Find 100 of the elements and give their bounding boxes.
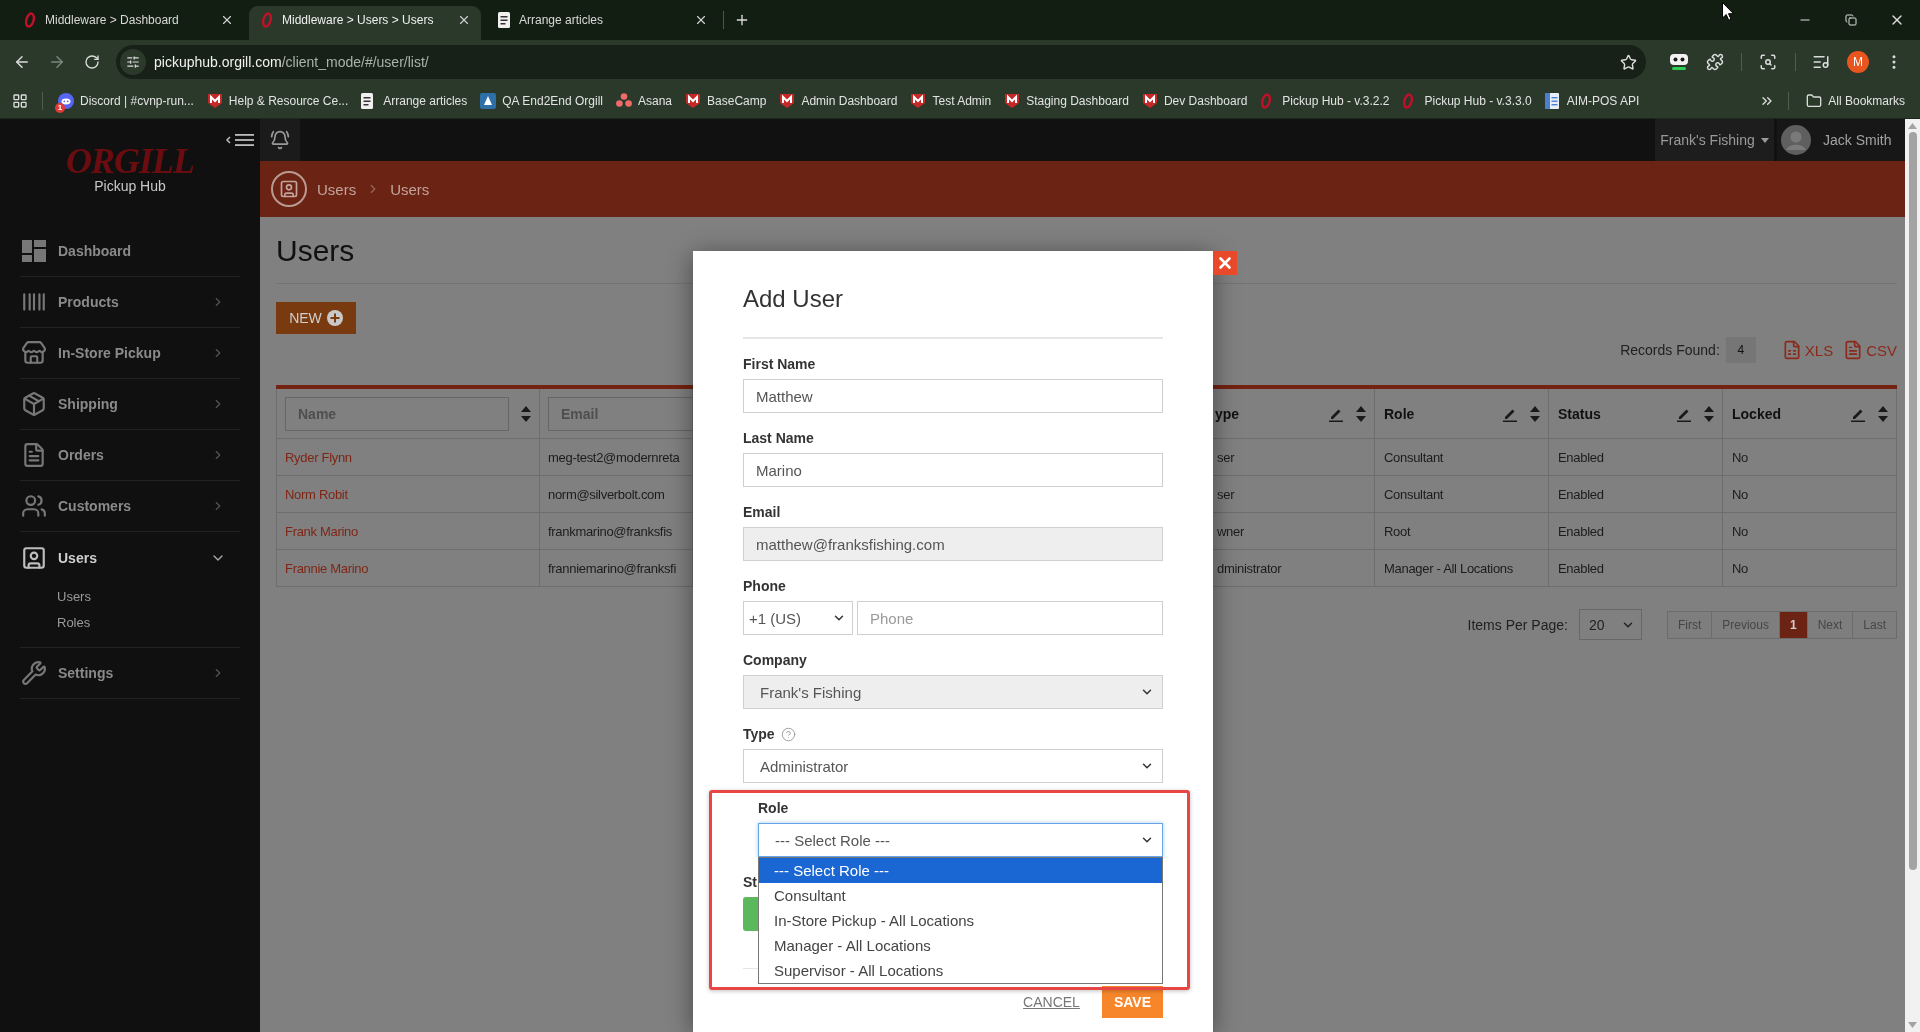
- table-cell: No: [1723, 476, 1897, 513]
- browser-tab[interactable]: Arrange articles: [486, 6, 718, 40]
- bookmark-link[interactable]: Help & Resource Ce...: [206, 88, 349, 114]
- sort-icon[interactable]: [1530, 405, 1540, 422]
- mouse-cursor-icon: [1722, 2, 1734, 21]
- sort-icon[interactable]: [1878, 405, 1888, 422]
- country-code-select[interactable]: +1 (US): [743, 601, 853, 635]
- bookmark-star-icon[interactable]: [1620, 53, 1637, 71]
- page-button[interactable]: 1: [1778, 610, 1808, 639]
- bookmark-link[interactable]: Asana: [616, 88, 673, 114]
- cancel-link[interactable]: CANCEL: [1023, 994, 1080, 1010]
- table-cell: Manager - All Locations: [1375, 550, 1549, 587]
- close-button[interactable]: [1213, 251, 1237, 275]
- field-label: Company: [743, 652, 807, 668]
- close-icon: [1216, 254, 1234, 272]
- apps-icon[interactable]: [12, 93, 28, 109]
- new-button[interactable]: NEW: [276, 302, 356, 334]
- plus-circle-icon: [326, 310, 343, 326]
- bookmark-link[interactable]: BaseCamp: [685, 88, 767, 114]
- table-cell: Consultant: [1375, 476, 1549, 513]
- user-menu-button[interactable]: Jack Smith: [1777, 119, 1905, 161]
- table-cell: Root: [1375, 513, 1549, 550]
- sidebar-item[interactable]: In-Store Pickup: [20, 328, 240, 379]
- table-cell: Consultant: [1375, 439, 1549, 476]
- table-cell: Enabled: [1549, 513, 1723, 550]
- bookmark-link[interactable]: Pickup Hub - v.3.2.2: [1260, 88, 1390, 114]
- sidebar-item[interactable]: Dashboard: [20, 226, 240, 277]
- breadcrumb-link[interactable]: Users: [390, 180, 430, 198]
- scrollbar-thumb[interactable]: [1908, 132, 1917, 870]
- sidebar-subitem[interactable]: Users: [20, 583, 240, 609]
- browser-tab[interactable]: Middleware > Users > Users: [249, 6, 481, 40]
- dropdown-option[interactable]: --- Select Role ---: [759, 858, 1162, 883]
- records-count: 4: [1725, 337, 1756, 363]
- bookmark-link[interactable]: 1 Discord | #cvnp-run...: [58, 88, 194, 114]
- table-cell: Enabled: [1549, 550, 1723, 587]
- breadcrumb-link[interactable]: Users: [317, 180, 357, 198]
- bookmark-link[interactable]: AIM-POS API: [1544, 88, 1640, 114]
- url-text: pickuphub.orgill.com/client_mode/#/user/list/: [154, 54, 430, 70]
- shield-logo-icon: [206, 93, 223, 109]
- wrench-icon: [20, 660, 47, 686]
- bookmark-link[interactable]: Staging Dashboard: [1004, 88, 1129, 114]
- bookmark-link[interactable]: QA End2End Orgill: [480, 88, 603, 114]
- sidebar-item[interactable]: Customers: [20, 481, 240, 532]
- reload-icon[interactable]: [84, 54, 100, 70]
- dropdown-select[interactable]: Administrator: [743, 749, 1163, 783]
- table-cell: No: [1723, 439, 1897, 476]
- three-dots-icon: [616, 93, 632, 107]
- notifications-button[interactable]: [260, 119, 300, 161]
- all-bookmarks-button[interactable]: All Bookmarks: [1806, 93, 1905, 109]
- extensions-icon[interactable]: [1706, 53, 1724, 71]
- dropdown-select[interactable]: --- Select Role ---: [758, 823, 1163, 857]
- sidebar-item[interactable]: Users: [20, 532, 240, 583]
- bookmark-link[interactable]: Test Admin: [910, 88, 992, 114]
- field-label: Role: [758, 800, 789, 816]
- sidebar-item[interactable]: Shipping: [20, 379, 240, 430]
- sidebar-item[interactable]: Orders: [20, 430, 240, 481]
- help-icon[interactable]: [780, 726, 796, 742]
- company-dropdown[interactable]: Frank's Fishing: [1655, 119, 1774, 161]
- store-icon: [20, 340, 47, 366]
- user-card-icon: [279, 179, 299, 199]
- collapse-menu-icon[interactable]: [225, 133, 255, 147]
- per-page-select[interactable]: 20: [1578, 609, 1642, 640]
- profile-avatar[interactable]: M: [1847, 51, 1869, 73]
- field-label: Phone: [743, 578, 786, 594]
- oval-logo-icon: [1260, 93, 1273, 109]
- sidebar-item[interactable]: Products: [20, 277, 240, 328]
- browser-tab[interactable]: Middleware > Dashboard: [12, 6, 244, 40]
- close-icon[interactable]: [457, 13, 471, 27]
- table-cell: No: [1723, 550, 1897, 587]
- scrollbar-track[interactable]: [1905, 119, 1920, 1032]
- dashboard-icon: [21, 240, 46, 262]
- tab-search-icon[interactable]: [1759, 53, 1777, 71]
- bookmark-link[interactable]: Pickup Hub - v.3.3.0: [1402, 88, 1532, 114]
- bookmark-link[interactable]: Dev Dashboard: [1141, 88, 1248, 114]
- dialog-title: Add User: [743, 285, 845, 313]
- notification-badge: 1: [55, 103, 65, 113]
- sort-icon[interactable]: [1704, 405, 1714, 422]
- close-icon[interactable]: [694, 13, 708, 27]
- sidebar-item[interactable]: Settings: [20, 648, 240, 699]
- sort-icon[interactable]: [1356, 405, 1366, 422]
- robot-icon[interactable]: [1669, 53, 1689, 71]
- text-field[interactable]: Marino: [743, 453, 1163, 487]
- file-icon: [1843, 340, 1864, 360]
- sort-icon[interactable]: [521, 405, 531, 422]
- restore-icon[interactable]: [1845, 14, 1857, 26]
- bookmark-link[interactable]: Arrange articles: [361, 88, 468, 114]
- site-settings-icon[interactable]: [126, 55, 140, 69]
- table-cell: Enabled: [1549, 439, 1723, 476]
- address-bar[interactable]: pickuphub.orgill.com/client_mode/#/user/list/: [116, 45, 1646, 79]
- close-icon[interactable]: [220, 13, 234, 27]
- caret-down-icon: [1760, 137, 1769, 143]
- back-icon[interactable]: [13, 53, 31, 71]
- status-toggle[interactable]: [743, 897, 758, 931]
- sidebar-subitem[interactable]: Roles: [20, 609, 240, 635]
- new-tab-icon[interactable]: [734, 12, 750, 28]
- text-field[interactable]: Matthew: [743, 379, 1163, 413]
- bookmark-link[interactable]: Admin Dashboard: [779, 88, 898, 114]
- spreadsheet-icon: [1544, 93, 1559, 109]
- forward-icon[interactable]: [48, 53, 66, 71]
- playlist-icon[interactable]: [1812, 53, 1830, 71]
